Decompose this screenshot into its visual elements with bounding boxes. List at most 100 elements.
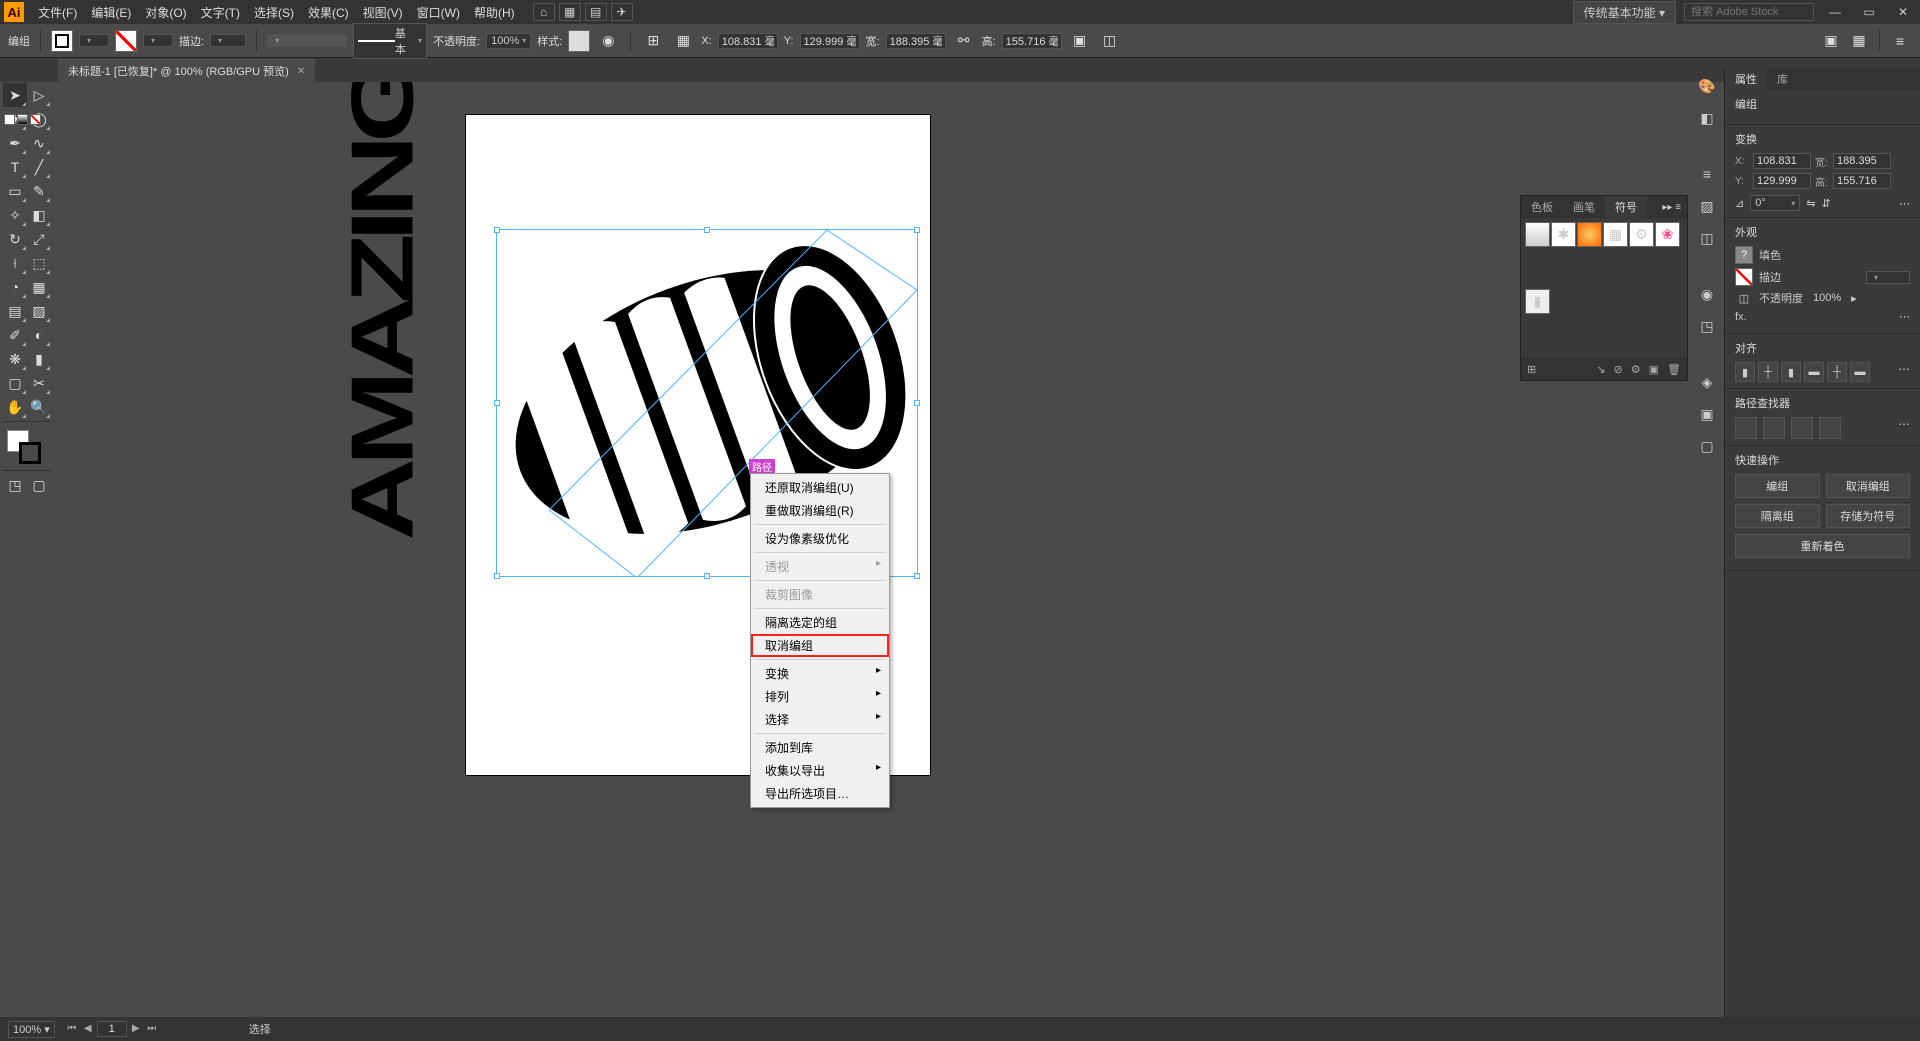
gradient-mode-icon[interactable]: [17, 114, 28, 125]
rectangle-tool[interactable]: ▭: [3, 179, 27, 203]
share-icon[interactable]: ✈: [611, 3, 633, 21]
scale-tool[interactable]: ⤢: [27, 227, 51, 251]
pf-exclude-icon[interactable]: [1819, 417, 1841, 439]
menu-object[interactable]: 对象(O): [139, 2, 192, 23]
more-options-icon[interactable]: ⋯: [1899, 310, 1910, 323]
transform-icon[interactable]: ▦: [671, 29, 695, 53]
shaper-tool[interactable]: ✧: [3, 203, 27, 227]
color-panel-icon[interactable]: 🎨: [1697, 76, 1717, 96]
prop-opacity-value[interactable]: 100%: [1813, 292, 1841, 304]
flip-v-icon[interactable]: ⇵: [1821, 197, 1830, 210]
screen-mode-icon[interactable]: ▢: [27, 473, 51, 497]
symbol-item[interactable]: [1525, 222, 1550, 247]
align-icon[interactable]: ⊞: [641, 29, 665, 53]
none-mode-icon[interactable]: [30, 114, 41, 125]
symbol-item[interactable]: ▦: [1603, 222, 1628, 247]
panel-collapse-icon[interactable]: ▸▸ ≡: [1656, 202, 1687, 213]
qa-save-symbol-button[interactable]: 存储为符号: [1826, 504, 1911, 528]
align-left-icon[interactable]: ▮: [1735, 362, 1755, 382]
prop-h-input[interactable]: [1833, 173, 1891, 189]
align-hcenter-icon[interactable]: ┼: [1758, 362, 1778, 382]
h-input[interactable]: [1002, 33, 1062, 49]
perspective-tool[interactable]: ▦: [27, 275, 51, 299]
ctx-collect-export[interactable]: 收集以导出: [751, 759, 889, 782]
prop-angle-input[interactable]: 0°: [1750, 195, 1800, 211]
ctx-redo-ungroup[interactable]: 重做取消编组(R): [751, 499, 889, 522]
menu-window[interactable]: 窗口(W): [411, 2, 466, 23]
transparency-panel-icon[interactable]: ◫: [1697, 228, 1717, 248]
column-graph-tool[interactable]: ▮: [27, 347, 51, 371]
slice-tool[interactable]: ✂: [27, 371, 51, 395]
symbol-item[interactable]: ⚙: [1629, 222, 1654, 247]
stroke-profile[interactable]: 基本: [353, 23, 427, 59]
align-bottom-icon[interactable]: ▬: [1850, 362, 1870, 382]
flip-h-icon[interactable]: ⇋: [1806, 197, 1815, 210]
place-symbol-icon[interactable]: ↘: [1596, 363, 1605, 376]
tab-symbols[interactable]: 符号: [1605, 196, 1647, 218]
align-top-icon[interactable]: ▬: [1804, 362, 1824, 382]
next-artboard-icon[interactable]: ▶: [129, 1021, 143, 1035]
symbol-sprayer-tool[interactable]: ❋: [3, 347, 27, 371]
ctx-undo-ungroup[interactable]: 还原取消编组(U): [751, 476, 889, 499]
ctx-ungroup[interactable]: 取消编组: [751, 634, 889, 657]
last-artboard-icon[interactable]: ⏭: [145, 1021, 159, 1035]
symbol-item[interactable]: [1577, 222, 1602, 247]
more-options-icon[interactable]: ⋯: [1898, 417, 1910, 439]
tab-brushes[interactable]: 画笔: [1563, 196, 1605, 218]
symbol-item[interactable]: ❀: [1655, 222, 1680, 247]
fill-stroke-control[interactable]: [3, 428, 51, 468]
arrange-icon[interactable]: ▤: [585, 3, 607, 21]
symbol-item[interactable]: ▮: [1525, 289, 1550, 314]
shape-mode-icon[interactable]: ▣: [1068, 29, 1092, 53]
stroke-panel-icon[interactable]: ≡: [1697, 164, 1717, 184]
blend-tool[interactable]: ◐: [27, 323, 51, 347]
mesh-tool[interactable]: ▤: [3, 299, 27, 323]
qa-recolor-button[interactable]: 重新着色: [1735, 534, 1910, 558]
pen-tool[interactable]: ✒: [3, 131, 27, 155]
layers-panel-icon[interactable]: ◈: [1697, 372, 1717, 392]
paintbrush-tool[interactable]: ✎: [27, 179, 51, 203]
fill-dropdown[interactable]: [79, 34, 109, 47]
align-right-icon[interactable]: ▮: [1781, 362, 1801, 382]
stroke-color-icon[interactable]: [19, 442, 41, 464]
type-tool[interactable]: T: [3, 155, 27, 179]
window-close-icon[interactable]: ✕: [1890, 3, 1916, 21]
break-link-icon[interactable]: ⊘: [1614, 363, 1623, 376]
link-wh-icon[interactable]: ⚯: [952, 29, 976, 53]
pf-unite-icon[interactable]: [1735, 417, 1757, 439]
zoom-tool[interactable]: 🔍: [27, 395, 51, 419]
menu-edit[interactable]: 编辑(E): [85, 2, 137, 23]
selection-tool[interactable]: ➤: [3, 83, 27, 107]
direct-selection-tool[interactable]: ▷: [27, 83, 51, 107]
free-transform-tool[interactable]: ⬚: [27, 251, 51, 275]
graphic-styles-icon[interactable]: ◳: [1697, 316, 1717, 336]
tab-libraries[interactable]: 库: [1767, 68, 1798, 90]
menu-help[interactable]: 帮助(H): [468, 2, 521, 23]
first-artboard-icon[interactable]: ⏮: [65, 1021, 79, 1035]
envelope-icon[interactable]: ◫: [1098, 29, 1122, 53]
more-options-icon[interactable]: ⋯: [1898, 362, 1910, 382]
menu-select[interactable]: 选择(S): [248, 2, 300, 23]
stroke-weight-input[interactable]: [210, 34, 246, 47]
eraser-tool[interactable]: ◧: [27, 203, 51, 227]
menu-file[interactable]: 文件(F): [32, 2, 83, 23]
window-minimize-icon[interactable]: —: [1822, 3, 1848, 21]
artboard-tool[interactable]: ▢: [3, 371, 27, 395]
panel-menu-icon[interactable]: ≡: [1888, 29, 1912, 53]
workspace-selector[interactable]: 传统基本功能 ▾: [1573, 1, 1676, 24]
x-input[interactable]: [718, 33, 778, 49]
menu-type[interactable]: 文字(T): [195, 2, 246, 23]
document-tab[interactable]: 未标题-1 [已恢复]* @ 100% (RGB/GPU 预览) ✕: [58, 59, 315, 82]
appearance-panel-icon[interactable]: ◉: [1697, 284, 1717, 304]
draw-normal-icon[interactable]: ◳: [3, 473, 27, 497]
prop-fill-swatch[interactable]: ?: [1735, 246, 1753, 264]
gradient-tool[interactable]: ▨: [27, 299, 51, 323]
prop-stroke-weight[interactable]: [1866, 271, 1910, 284]
ctx-transform[interactable]: 变换: [751, 662, 889, 685]
prop-stroke-swatch[interactable]: [1735, 268, 1753, 286]
eyedropper-tool[interactable]: ✐: [3, 323, 27, 347]
new-symbol-icon[interactable]: ▣: [1649, 363, 1659, 376]
ctx-select[interactable]: 选择: [751, 708, 889, 731]
align-vcenter-icon[interactable]: ┼: [1827, 362, 1847, 382]
pf-intersect-icon[interactable]: [1791, 417, 1813, 439]
